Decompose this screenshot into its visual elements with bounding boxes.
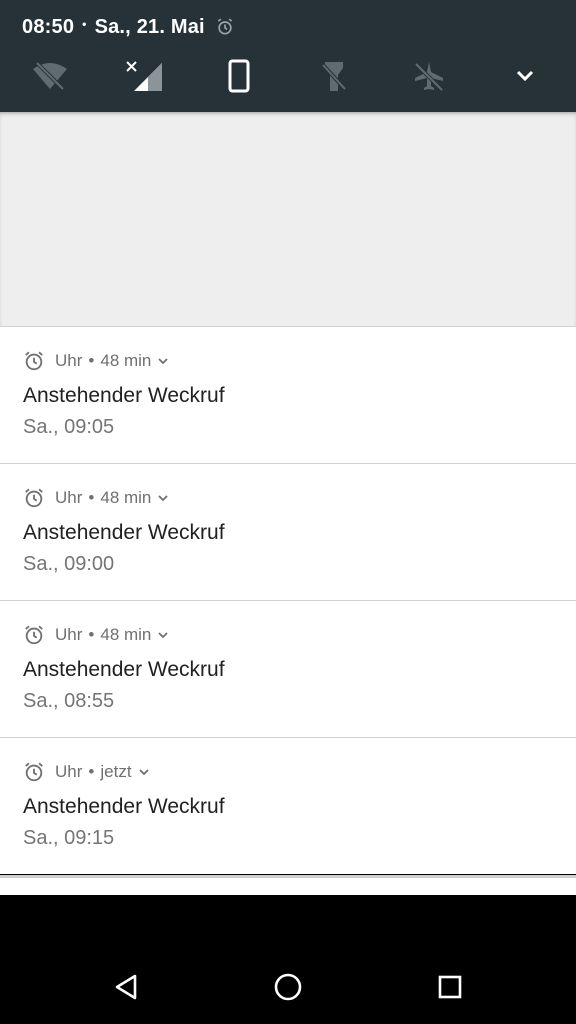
notification-header: Uhr • 48 min xyxy=(23,485,169,511)
notification-header: Uhr • 48 min xyxy=(23,348,169,374)
wifi-off-icon[interactable] xyxy=(28,54,72,98)
app-name: Uhr xyxy=(55,488,83,507)
expand-chevron-icon[interactable] xyxy=(157,631,169,639)
quick-settings-tiles xyxy=(0,54,576,98)
quick-settings-header: 08:50 • Sa., 21. Mai xyxy=(0,0,576,112)
notification-title: Anstehender Weckruf xyxy=(23,658,225,681)
notification-title: Anstehender Weckruf xyxy=(23,384,225,407)
notification-subtitle: Sa., 09:00 xyxy=(23,553,115,575)
notification-time: jetzt xyxy=(100,762,132,781)
alarm-clock-icon xyxy=(23,487,45,509)
app-name: Uhr xyxy=(55,625,83,644)
notification-subtitle: Sa., 09:05 xyxy=(23,416,115,438)
status-separator: • xyxy=(82,17,87,31)
header-dot: • xyxy=(88,625,95,644)
notification-title: Anstehender Weckruf xyxy=(23,795,225,818)
notification-subtitle: Sa., 09:15 xyxy=(23,827,115,849)
notification-card[interactable]: Uhr • jetzt Anstehender Weckruf Sa., 09:… xyxy=(0,737,576,874)
cell-signal-icon[interactable] xyxy=(122,54,166,98)
notification-list: Uhr • 48 min Anstehender Weckruf Sa., 09… xyxy=(0,326,576,874)
notification-card[interactable]: Uhr • 48 min Anstehender Weckruf Sa., 08… xyxy=(0,600,576,737)
alarm-clock-icon xyxy=(23,624,45,646)
notification-header: Uhr • jetzt xyxy=(23,759,150,785)
flashlight-off-icon[interactable] xyxy=(312,54,356,98)
notification-card[interactable]: Uhr • 48 min Anstehender Weckruf Sa., 09… xyxy=(0,326,576,463)
airplane-off-icon[interactable] xyxy=(407,54,451,98)
notification-time: 48 min xyxy=(100,351,152,370)
header-dot: • xyxy=(88,762,95,781)
alarm-icon[interactable] xyxy=(215,17,235,37)
status-line: 08:50 • Sa., 21. Mai xyxy=(22,14,235,40)
expand-chevron-icon[interactable] xyxy=(138,768,150,776)
expand-chevron-icon[interactable] xyxy=(157,357,169,365)
status-date[interactable]: Sa., 21. Mai xyxy=(95,16,205,39)
back-triangle-icon[interactable] xyxy=(102,967,150,1007)
alarm-clock-icon xyxy=(23,350,45,372)
app-name: Uhr xyxy=(55,351,83,370)
expand-chevron-icon[interactable] xyxy=(157,494,169,502)
notification-subtitle: Sa., 08:55 xyxy=(23,690,115,712)
empty-notification-area xyxy=(0,112,576,326)
phone-portrait-icon[interactable] xyxy=(217,54,261,98)
notification-title: Anstehender Weckruf xyxy=(23,521,225,544)
header-dot: • xyxy=(88,351,95,370)
app-name: Uhr xyxy=(55,762,83,781)
notification-stack-edge xyxy=(0,875,576,895)
navigation-bar xyxy=(0,895,576,1024)
notification-time: 48 min xyxy=(100,625,152,644)
notification-time: 48 min xyxy=(100,488,152,507)
notification-header: Uhr • 48 min xyxy=(23,622,169,648)
alarm-clock-icon xyxy=(23,761,45,783)
status-time: 08:50 xyxy=(22,15,75,38)
header-dot: • xyxy=(88,488,95,507)
recents-square-icon[interactable] xyxy=(426,967,474,1007)
chevron-down-icon[interactable] xyxy=(503,54,547,98)
notification-card[interactable]: Uhr • 48 min Anstehender Weckruf Sa., 09… xyxy=(0,463,576,600)
home-circle-icon[interactable] xyxy=(264,967,312,1007)
